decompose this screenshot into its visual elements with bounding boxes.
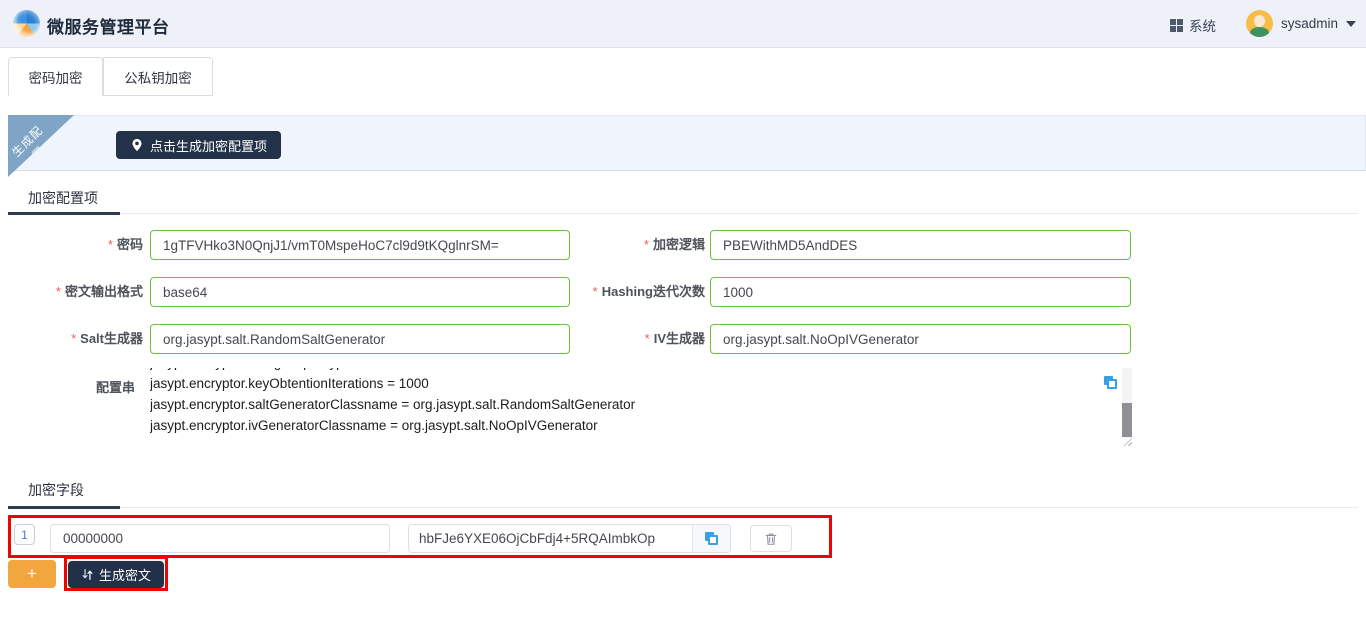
ciphertext-input[interactable] [409, 525, 692, 552]
grid-icon [1170, 19, 1183, 32]
config-section-title: 加密配置项 [28, 188, 98, 208]
label-iv-generator: *IV生成器 [560, 324, 705, 354]
generate-cipher-button[interactable]: 生成密文 [68, 561, 164, 588]
delete-row-button[interactable] [750, 525, 792, 552]
app-logo-icon [13, 10, 40, 37]
copy-icon [705, 532, 719, 546]
generate-config-button-label: 点击生成加密配置项 [150, 136, 267, 155]
avatar [1246, 10, 1273, 37]
chevron-down-icon [1346, 21, 1356, 27]
system-menu[interactable]: 系统 [1170, 15, 1216, 35]
label-hash-iterations: *Hashing迭代次数 [560, 277, 705, 307]
section-title-underline [8, 212, 120, 215]
tab-password-encrypt[interactable]: 密码加密 [8, 57, 103, 96]
iv-generator-input[interactable] [710, 324, 1131, 354]
config-string-textarea[interactable]: jasypt.encryptor.stringOutputType = base… [150, 368, 1115, 441]
plaintext-input[interactable] [50, 524, 390, 553]
app-title: 微服务管理平台 [47, 13, 170, 38]
textarea-scrollbar[interactable] [1122, 368, 1132, 438]
config-line: jasypt.encryptor.ivGeneratorClassname = … [150, 415, 1115, 436]
add-row-button[interactable]: + [8, 560, 56, 588]
config-line: jasypt.encryptor.saltGeneratorClassname … [150, 394, 1115, 415]
label-output-format: *密文输出格式 [0, 277, 143, 307]
scrollbar-thumb[interactable] [1122, 403, 1132, 437]
username: sysadmin [1281, 16, 1338, 31]
hash-iterations-input[interactable] [710, 277, 1131, 307]
tab-keypair-encrypt[interactable]: 公私钥加密 [103, 57, 213, 96]
generate-cipher-label: 生成密文 [99, 565, 151, 584]
copy-icon [1104, 376, 1118, 390]
section-title-underline [8, 506, 120, 509]
sort-arrows-icon [81, 568, 94, 581]
generate-config-button[interactable]: 点击生成加密配置项 [116, 131, 281, 159]
app-header: 微服务管理平台 系统 sysadmin [0, 0, 1366, 48]
location-pin-icon [130, 138, 144, 152]
page: 微服务管理平台 系统 sysadmin 密码加密 公私钥加密 生成配置 点击生成… [0, 0, 1366, 625]
trash-icon [764, 532, 778, 546]
system-menu-label: 系统 [1189, 15, 1216, 35]
generate-config-panel: 生成配置 点击生成加密配置项 [8, 115, 1366, 171]
divider [8, 507, 1358, 508]
label-password: *密码 [0, 230, 143, 260]
label-algorithm: *加密逻辑 [560, 230, 705, 260]
algorithm-input[interactable] [710, 230, 1131, 260]
ciphertext-input-group [408, 524, 731, 553]
copy-ciphertext-button[interactable] [692, 525, 730, 552]
label-config-string: 配置串 [0, 377, 135, 396]
label-salt-generator: *Salt生成器 [0, 324, 143, 354]
user-menu[interactable]: sysadmin [1246, 10, 1356, 37]
row-index-badge: 1 [14, 524, 35, 545]
password-input[interactable] [150, 230, 570, 260]
textarea-resize-grip[interactable] [1122, 438, 1132, 446]
output-format-input[interactable] [150, 277, 570, 307]
ribbon-label: 生成配置 [5, 119, 60, 174]
copy-config-button[interactable] [1104, 376, 1118, 395]
generate-config-ribbon: 生成配置 [8, 115, 74, 177]
salt-generator-input[interactable] [150, 324, 570, 354]
config-line: jasypt.encryptor.keyObtentionIterations … [150, 373, 1115, 394]
fields-section-title: 加密字段 [28, 480, 84, 500]
divider [8, 213, 1358, 214]
